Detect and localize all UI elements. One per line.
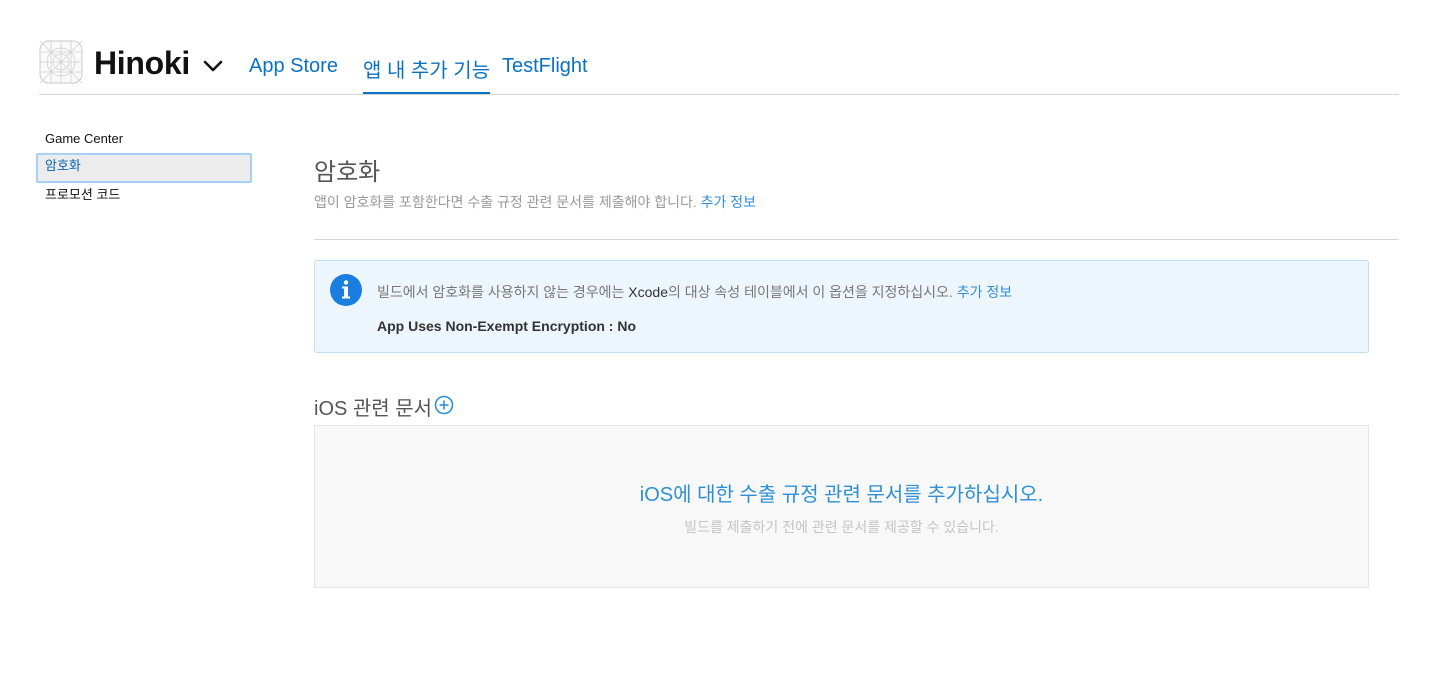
header: Hinoki App Store 앱 내 추가 기능 TestFlight — [39, 40, 1399, 95]
more-info-link[interactable]: 추가 정보 — [701, 194, 756, 210]
sidebar-item-game-center[interactable]: Game Center — [36, 127, 252, 153]
info-icon — [330, 274, 362, 306]
empty-subtitle: 빌드를 제출하기 전에 관련 문서를 제공할 수 있습니다. — [684, 519, 999, 535]
page-description: 앱이 암호화를 포함한다면 수출 규정 관련 문서를 제출해야 합니다. 추가 … — [314, 192, 756, 212]
sidebar-item-encryption[interactable]: 암호화 — [36, 153, 252, 183]
chevron-down-icon[interactable] — [201, 54, 225, 78]
info-box: 빌드에서 암호화를 사용하지 않는 경우에는 Xcode의 대상 속성 테이블에… — [314, 260, 1369, 353]
info-text-xcode: Xcode — [628, 284, 668, 300]
divider — [314, 239, 1399, 240]
info-text: 빌드에서 암호화를 사용하지 않는 경우에는 Xcode의 대상 속성 테이블에… — [377, 282, 1012, 302]
docs-title: iOS 관련 문서 — [314, 398, 433, 420]
docs-empty-state: iOS에 대한 수출 규정 관련 문서를 추가하십시오. 빌드를 제출하기 전에… — [314, 425, 1369, 588]
info-more-link[interactable]: 추가 정보 — [957, 284, 1012, 300]
info-text-before: 빌드에서 암호화를 사용하지 않는 경우에는 — [377, 284, 629, 300]
page: Hinoki App Store 앱 내 추가 기능 TestFlight Ga… — [0, 0, 1438, 676]
info-text-after: 의 대상 속성 테이블에서 이 옵션을 지정하십시오. — [668, 284, 953, 300]
app-placeholder-icon[interactable] — [39, 40, 83, 84]
page-title: 암호화 — [314, 159, 381, 186]
tab-testflight[interactable]: TestFlight — [502, 55, 588, 93]
tab-app-store[interactable]: App Store — [249, 55, 338, 93]
sidebar: Game Center 암호화 프로모션 코드 — [36, 127, 252, 209]
plus-circle-icon[interactable] — [434, 395, 454, 415]
app-name[interactable]: Hinoki — [94, 45, 190, 82]
tab-in-app-purchases[interactable]: 앱 내 추가 기능 — [363, 54, 491, 94]
encryption-value: App Uses Non-Exempt Encryption : No — [377, 318, 637, 334]
sidebar-item-promo-codes[interactable]: 프로모션 코드 — [36, 183, 252, 209]
description-text: 앱이 암호화를 포함한다면 수출 규정 관련 문서를 제출해야 합니다. — [314, 194, 697, 210]
add-docs-link[interactable]: iOS에 대한 수출 규정 관련 문서를 추가하십시오. — [315, 478, 1368, 507]
